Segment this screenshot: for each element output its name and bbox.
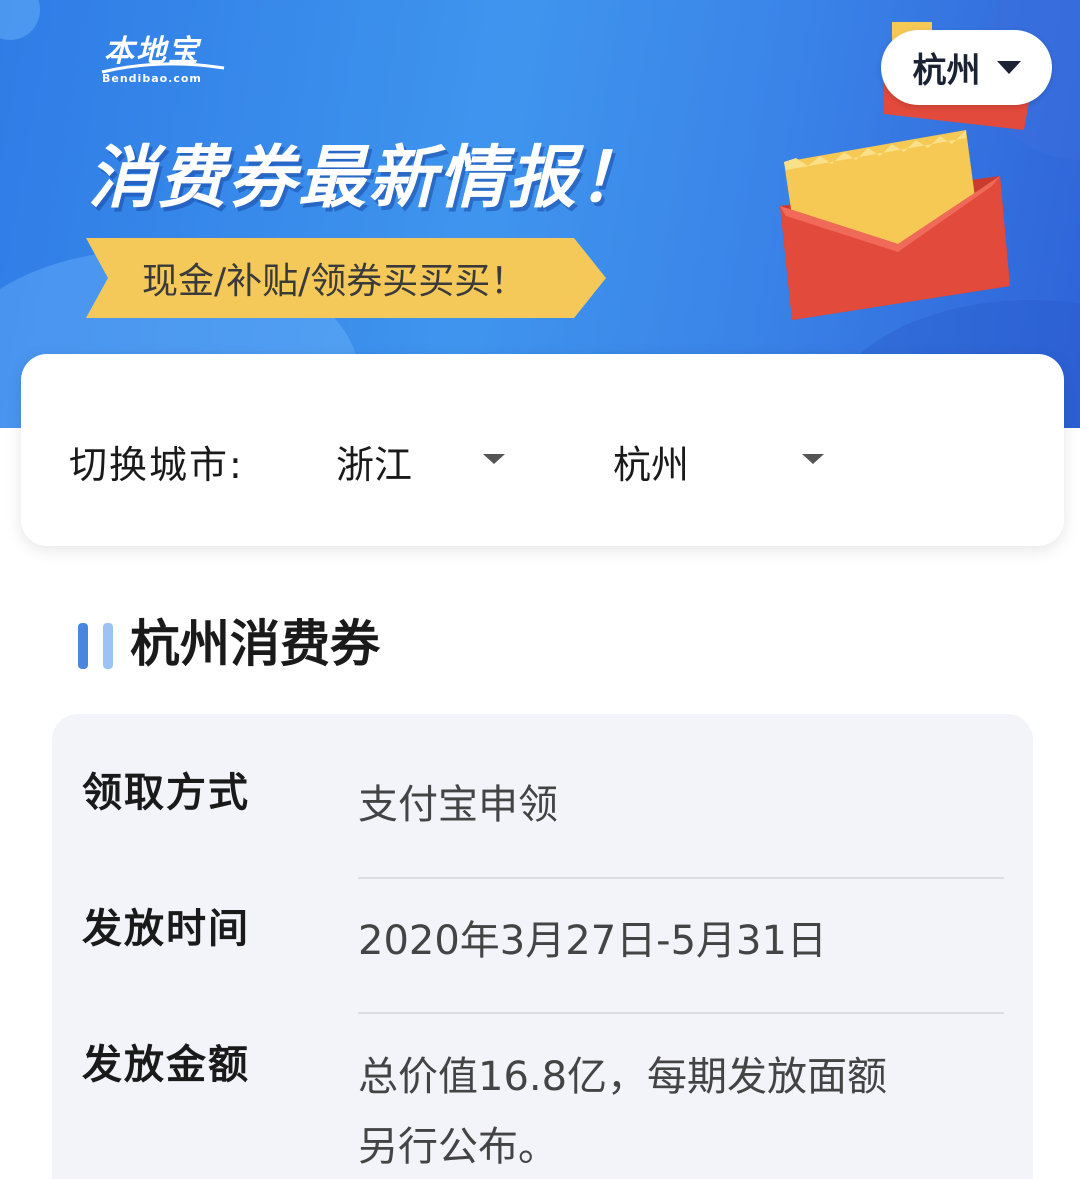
banner-headline: 消费券最新情报！	[88, 139, 649, 218]
caret-down-icon	[996, 61, 1021, 74]
city-caret-icon[interactable]	[802, 454, 824, 464]
section-marker-icon	[78, 623, 88, 669]
city-selector-pill[interactable]: 杭州	[881, 30, 1052, 105]
switch-city-label: 切换城市:	[69, 443, 244, 487]
city-switch-card: 切换城市: 浙江 杭州	[21, 354, 1064, 546]
section-marker-icon	[103, 623, 113, 669]
info-key-method: 领取方式	[82, 770, 250, 816]
city-select[interactable]: 杭州	[613, 434, 689, 489]
row-divider	[358, 877, 1004, 879]
city-pill-label: 杭州	[912, 51, 981, 91]
info-value-amount-line2: 另行公布。	[358, 1124, 558, 1170]
section-title: 杭州消费券	[130, 615, 380, 673]
bendibao-logo[interactable]: 本地宝 Bendibao.com	[100, 26, 230, 88]
row-divider	[358, 1012, 1004, 1014]
province-caret-icon[interactable]	[483, 454, 505, 464]
province-select[interactable]: 浙江	[336, 434, 412, 489]
red-envelope-icon	[780, 130, 1010, 320]
info-value-amount: 总价值16.8亿，每期发放面额	[358, 1054, 888, 1100]
banner-decor-circle	[0, 0, 40, 40]
logo-domain: Bendibao.com	[102, 72, 202, 85]
info-value-method: 支付宝申领	[358, 782, 558, 828]
info-key-time: 发放时间	[82, 906, 250, 952]
coupon-info-card: 领取方式 支付宝申领 发放时间 2020年3月27日-5月31日 发放金额 总价…	[52, 714, 1033, 1179]
ribbon-text: 现金/补贴/领券买买买！	[142, 261, 527, 302]
info-value-time: 2020年3月27日-5月31日	[358, 918, 827, 964]
info-key-amount: 发放金额	[82, 1042, 250, 1088]
